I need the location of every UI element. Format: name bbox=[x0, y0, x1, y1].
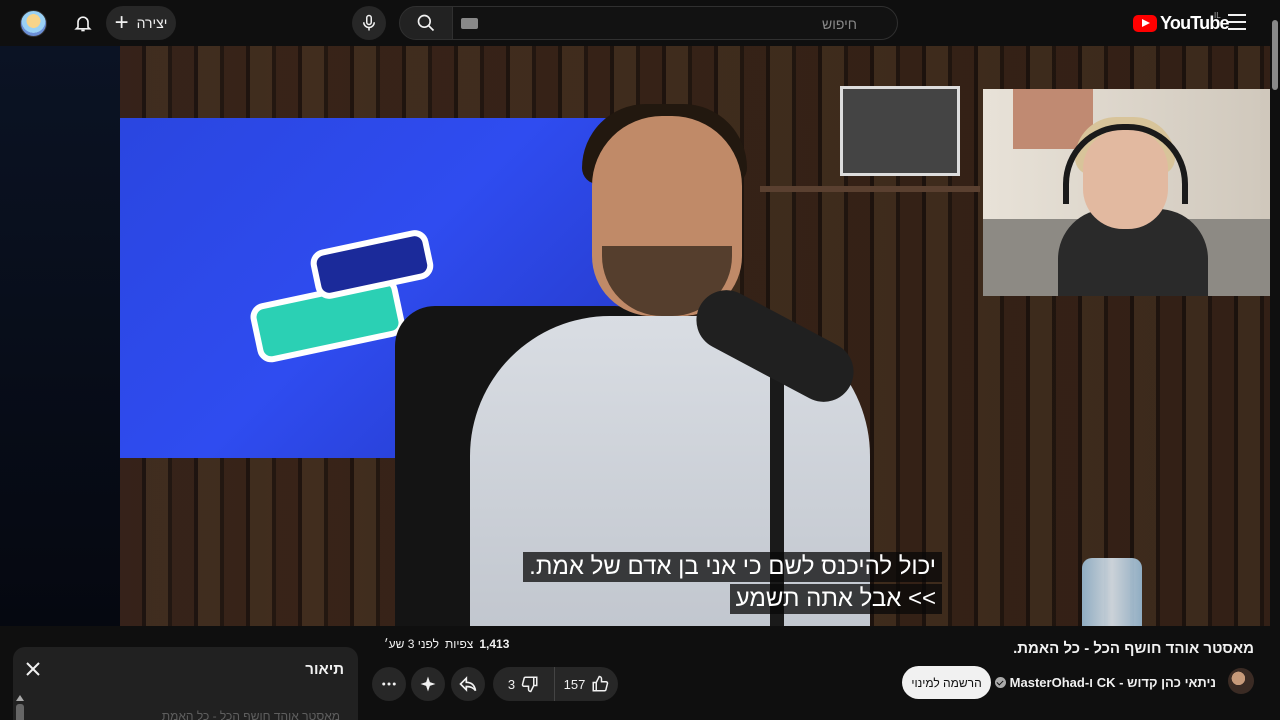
scroll-up-arrow-icon[interactable] bbox=[16, 695, 24, 701]
video-player[interactable]: יכול להיכנס לשם כי אני בן אדם של אמת. >>… bbox=[0, 46, 1270, 626]
channel-name-text: ניתאי כהן קדוש - CK ו-MasterOhad bbox=[1009, 675, 1216, 690]
webcam-overlay bbox=[983, 89, 1270, 296]
page-scrollbar[interactable] bbox=[1270, 0, 1280, 720]
upload-age: לפני 3 שע׳ bbox=[384, 637, 439, 651]
youtube-watch-page: יצירה + YouTube IL bbox=[0, 0, 1280, 720]
clapperboard-image bbox=[840, 86, 960, 176]
more-horizontal-icon bbox=[382, 682, 396, 686]
like-count: 157 bbox=[563, 676, 586, 692]
search-button[interactable] bbox=[399, 6, 453, 40]
water-bottle-image bbox=[1082, 558, 1142, 626]
verified-icon bbox=[994, 677, 1006, 688]
bell-icon bbox=[74, 16, 92, 32]
youtube-play-icon bbox=[1133, 14, 1157, 32]
share-icon bbox=[459, 676, 477, 692]
views-suffix: צפיות bbox=[444, 637, 474, 651]
more-actions-button[interactable] bbox=[372, 667, 406, 701]
create-button[interactable]: יצירה + bbox=[106, 6, 176, 40]
thumbs-down-icon bbox=[521, 676, 538, 693]
description-scrollbar[interactable] bbox=[16, 704, 24, 720]
voice-search-button[interactable] bbox=[352, 6, 386, 40]
search-input[interactable] bbox=[497, 14, 857, 34]
dislike-count: 3 bbox=[507, 676, 516, 692]
video-stats: 1,413 צפיות לפני 3 שע׳ bbox=[384, 637, 509, 651]
view-count: 1,413 bbox=[479, 637, 510, 651]
notifications-button[interactable] bbox=[70, 10, 96, 36]
ask-ai-button[interactable] bbox=[411, 667, 445, 701]
caption-line-2: >> אבל אתה תשמע bbox=[729, 584, 942, 614]
video-title: מאסטר אוהד חושף הכל - כל האמת. bbox=[1013, 640, 1254, 657]
top-bar: יצירה + YouTube IL bbox=[0, 0, 1280, 46]
search-icon bbox=[417, 14, 435, 32]
country-code: IL bbox=[1214, 11, 1221, 20]
menu-button[interactable] bbox=[1228, 14, 1246, 30]
share-button[interactable] bbox=[451, 667, 485, 701]
like-button[interactable]: 157 bbox=[555, 667, 618, 701]
search-box bbox=[452, 6, 898, 40]
plus-icon: + bbox=[114, 9, 129, 36]
hamburger-icon bbox=[1228, 14, 1246, 16]
close-button[interactable] bbox=[23, 659, 43, 679]
user-avatar[interactable] bbox=[20, 10, 47, 37]
description-panel: תיאור מאסטר אוהד חושף הכל - כל האמת bbox=[13, 647, 358, 720]
caption-line-1: יכול להיכנס לשם כי אני בן אדם של אמת. bbox=[523, 552, 942, 582]
channel-avatar[interactable] bbox=[1228, 668, 1254, 694]
thumbs-up-icon bbox=[592, 675, 609, 692]
keyboard-icon[interactable] bbox=[461, 18, 478, 29]
mic-icon bbox=[363, 14, 375, 31]
description-title: תיאור bbox=[305, 661, 344, 678]
subscribe-button[interactable]: הרשמה למינוי bbox=[902, 666, 991, 699]
dislike-button[interactable]: 3 bbox=[493, 667, 555, 701]
description-snippet: מאסטר אוהד חושף הכל - כל האמת bbox=[161, 709, 340, 720]
sparkle-icon bbox=[420, 676, 436, 692]
channel-name[interactable]: ניתאי כהן קדוש - CK ו-MasterOhad bbox=[994, 675, 1216, 690]
close-icon bbox=[26, 662, 40, 676]
create-label: יצירה bbox=[136, 15, 168, 31]
like-dislike-group: 157 3 bbox=[493, 667, 618, 701]
